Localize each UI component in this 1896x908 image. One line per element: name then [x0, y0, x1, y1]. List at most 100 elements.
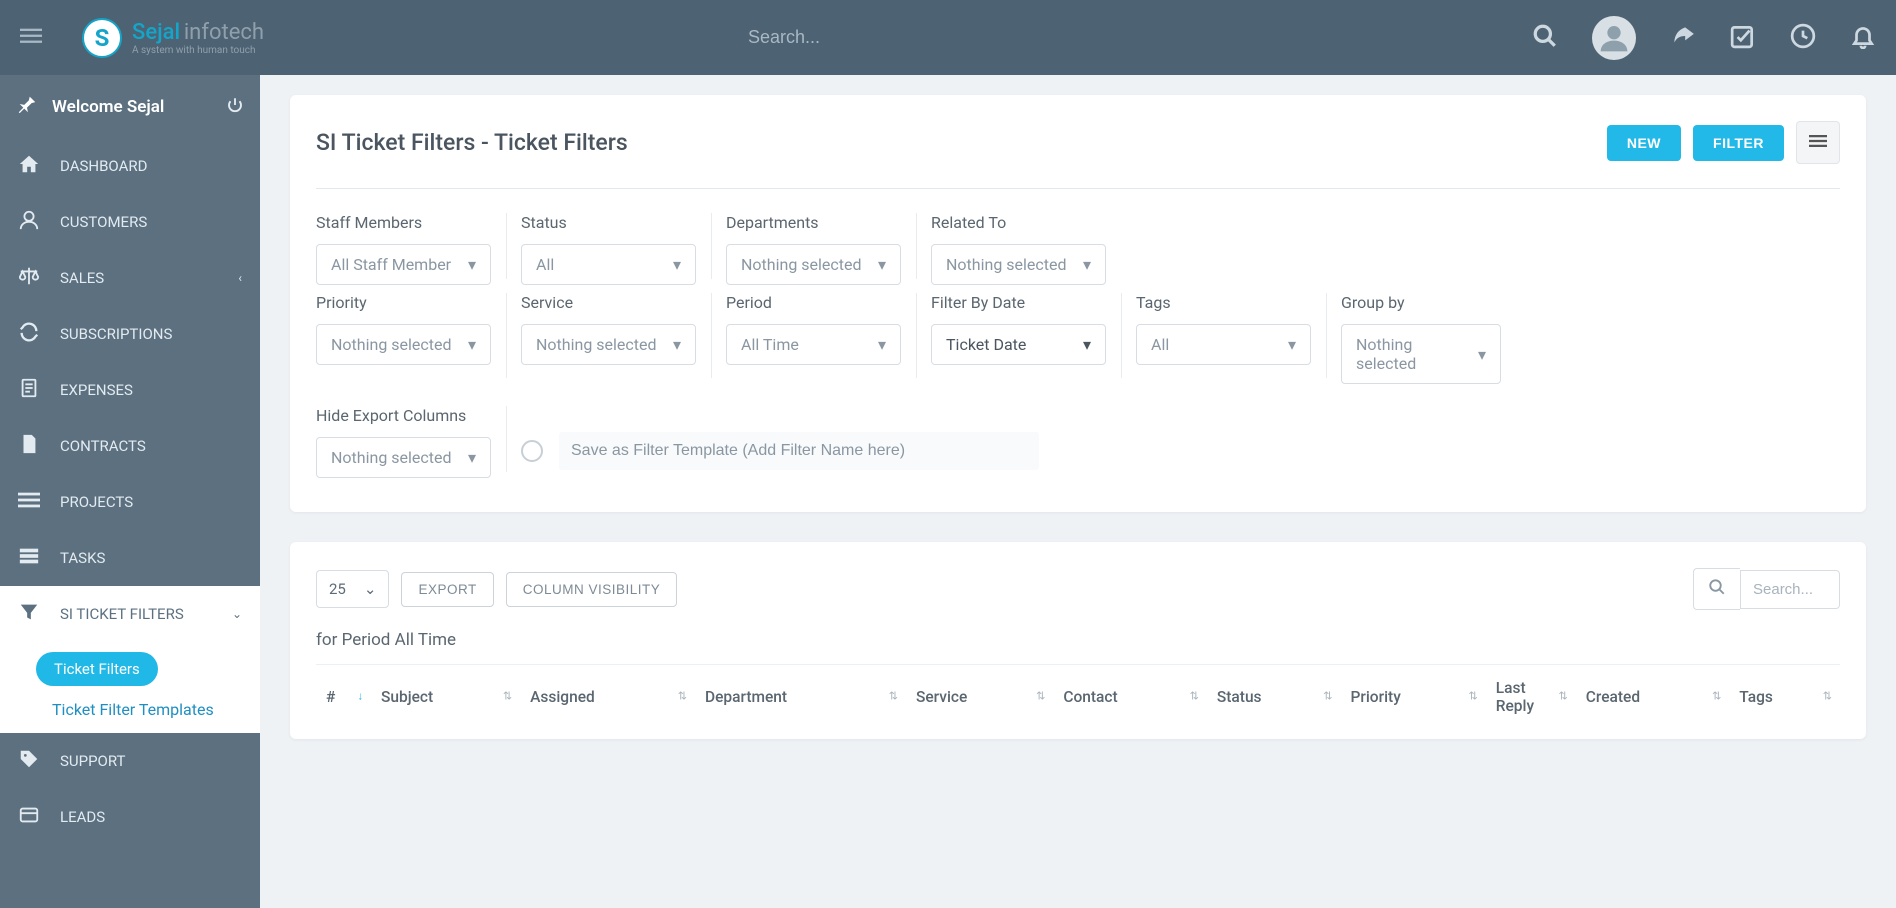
- search-icon[interactable]: [1693, 568, 1740, 610]
- filter-icon: [18, 601, 40, 627]
- status-dropdown[interactable]: All▾: [521, 244, 696, 285]
- period-label: Period: [726, 293, 901, 312]
- results-table: #↓ Subject⇅ Assigned⇅ Department⇅ Servic…: [316, 664, 1840, 729]
- save-template-radio[interactable]: [521, 440, 543, 462]
- sidebar-welcome: Welcome Sejal: [0, 75, 260, 138]
- filterdate-label: Filter By Date: [931, 293, 1106, 312]
- welcome-text: Welcome Sejal: [52, 97, 164, 117]
- top-icons: [1532, 16, 1876, 60]
- sort-icon: ⇅: [1559, 694, 1568, 701]
- col-subject[interactable]: Subject⇅: [371, 665, 520, 730]
- caret-icon: ▾: [1083, 255, 1091, 274]
- bell-icon[interactable]: [1850, 23, 1876, 53]
- hideexport-dropdown[interactable]: Nothing selected▾: [316, 437, 491, 478]
- home-icon: [18, 153, 40, 179]
- brand-tagline: A system with human touch: [132, 45, 264, 56]
- col-last-reply[interactable]: Last Reply⇅: [1486, 665, 1576, 730]
- service-dropdown[interactable]: Nothing selected▾: [521, 324, 696, 365]
- filterdate-dropdown[interactable]: Ticket Date▾: [931, 324, 1106, 365]
- main-content: SI Ticket Filters - Ticket Filters NEW F…: [260, 75, 1896, 908]
- caret-icon: ▾: [468, 255, 476, 274]
- user-avatar[interactable]: [1592, 16, 1636, 60]
- sidebar-item-tasks[interactable]: TASKS: [0, 530, 260, 586]
- list-view-button[interactable]: [1796, 121, 1840, 164]
- sort-icon: ↓: [358, 694, 364, 701]
- sidebar-item-leads[interactable]: LEADS: [0, 789, 260, 845]
- sidebar-item-customers[interactable]: CUSTOMERS: [0, 194, 260, 250]
- col-contact[interactable]: Contact⇅: [1053, 665, 1207, 730]
- caret-icon: ▾: [673, 255, 681, 274]
- sort-icon: ⇅: [889, 694, 898, 701]
- sidebar-item-dashboard[interactable]: DASHBOARD: [0, 138, 260, 194]
- filter-grid: Staff Members All Staff Member▾ Status A…: [316, 213, 1840, 486]
- dept-dropdown[interactable]: Nothing selected▾: [726, 244, 901, 285]
- brand-logo[interactable]: S Sejal infotech A system with human tou…: [82, 18, 264, 58]
- priority-label: Priority: [316, 293, 491, 312]
- table-header-row: #↓ Subject⇅ Assigned⇅ Department⇅ Servic…: [316, 665, 1840, 730]
- sort-icon: ⇅: [1823, 694, 1832, 701]
- related-dropdown[interactable]: Nothing selected▾: [931, 244, 1106, 285]
- related-label: Related To: [931, 213, 1106, 232]
- sidebar-item-subscriptions[interactable]: SUBSCRIPTIONS: [0, 306, 260, 362]
- sidebar-item-label: EXPENSES: [60, 381, 133, 399]
- sidebar-submenu: Ticket Filters Ticket Filter Templates: [0, 642, 260, 733]
- search-icon[interactable]: [1532, 23, 1558, 53]
- table-search-input[interactable]: [1740, 570, 1840, 609]
- staff-dropdown[interactable]: All Staff Member▾: [316, 244, 491, 285]
- subitem-ticket-filter-templates[interactable]: Ticket Filter Templates: [0, 686, 260, 719]
- col-service[interactable]: Service⇅: [906, 665, 1053, 730]
- pin-icon: [16, 93, 38, 120]
- document-icon: [18, 377, 40, 403]
- sidebar-item-expenses[interactable]: EXPENSES: [0, 362, 260, 418]
- sort-icon: ⇅: [678, 694, 687, 701]
- power-icon[interactable]: [226, 96, 244, 118]
- page-title: SI Ticket Filters - Ticket Filters: [316, 129, 628, 156]
- filter-template-name-input[interactable]: [559, 432, 1039, 470]
- sidebar-item-label: LEADS: [60, 808, 105, 826]
- col-assigned[interactable]: Assigned⇅: [520, 665, 695, 730]
- column-visibility-button[interactable]: COLUMN VISIBILITY: [506, 572, 678, 607]
- top-search-input[interactable]: [748, 27, 1048, 48]
- col-created[interactable]: Created⇅: [1576, 665, 1730, 730]
- col-tags[interactable]: Tags⇅: [1729, 665, 1840, 730]
- period-summary: for Period All Time: [316, 630, 1840, 650]
- sidebar-item-support[interactable]: SUPPORT: [0, 733, 260, 789]
- priority-dropdown[interactable]: Nothing selected▾: [316, 324, 491, 365]
- col-status[interactable]: Status⇅: [1207, 665, 1341, 730]
- sidebar-item-label: DASHBOARD: [60, 157, 147, 175]
- new-button[interactable]: NEW: [1607, 125, 1681, 161]
- caret-icon: ▾: [468, 448, 476, 467]
- filter-button[interactable]: FILTER: [1693, 125, 1784, 161]
- card-header: SI Ticket Filters - Ticket Filters NEW F…: [316, 121, 1840, 189]
- tag-icon: [18, 748, 40, 774]
- sidebar-item-si-ticket-filters[interactable]: SI TICKET FILTERS ⌄: [0, 586, 260, 642]
- menu-toggle-button[interactable]: [20, 25, 42, 51]
- clock-icon[interactable]: [1790, 23, 1816, 53]
- tags-dropdown[interactable]: All▾: [1136, 324, 1311, 365]
- caret-icon: ▾: [468, 335, 476, 354]
- results-toolbar: 25 ⌄ EXPORT COLUMN VISIBILITY: [316, 568, 1840, 610]
- subitem-ticket-filters[interactable]: Ticket Filters: [36, 652, 158, 686]
- table-search-group: [1693, 568, 1840, 610]
- sort-icon: ⇅: [1190, 694, 1199, 701]
- col-number[interactable]: #↓: [316, 665, 371, 730]
- share-icon[interactable]: [1670, 23, 1696, 53]
- sidebar-item-label: TASKS: [60, 549, 105, 567]
- sort-icon: ⇅: [1323, 694, 1332, 701]
- checkbox-icon[interactable]: [1730, 23, 1756, 53]
- sidebar-item-contracts[interactable]: CONTRACTS: [0, 418, 260, 474]
- col-department[interactable]: Department⇅: [695, 665, 906, 730]
- caret-icon: ▾: [1478, 345, 1486, 364]
- caret-icon: ▾: [1288, 335, 1296, 354]
- sort-icon: ⇅: [1036, 694, 1045, 701]
- sidebar-item-sales[interactable]: SALES ‹: [0, 250, 260, 306]
- period-dropdown[interactable]: All Time▾: [726, 324, 901, 365]
- export-button[interactable]: EXPORT: [401, 572, 493, 607]
- col-priority[interactable]: Priority⇅: [1340, 665, 1485, 730]
- chevron-down-icon: ⌄: [364, 580, 377, 598]
- page-size-select[interactable]: 25 ⌄: [316, 570, 389, 608]
- sort-icon: ⇅: [1712, 694, 1721, 701]
- tags-label: Tags: [1136, 293, 1311, 312]
- groupby-dropdown[interactable]: Nothing selected▾: [1341, 324, 1501, 384]
- sidebar-item-projects[interactable]: PROJECTS: [0, 474, 260, 530]
